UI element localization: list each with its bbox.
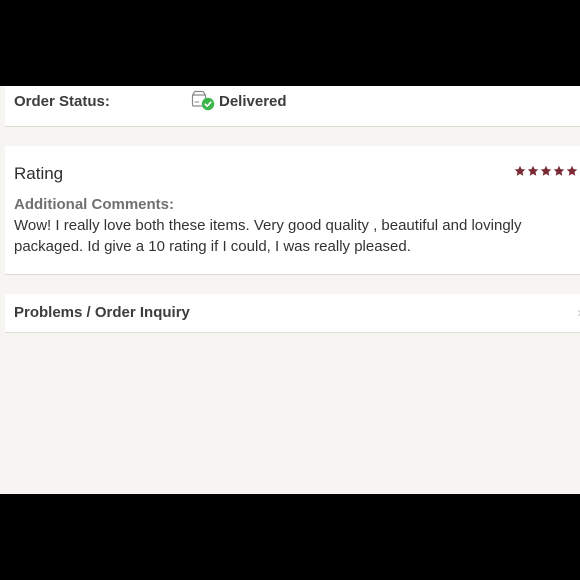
additional-comments-label: Additional Comments: [14, 196, 174, 213]
star-icon [553, 165, 565, 176]
star-icon [514, 165, 526, 176]
star-icon [540, 165, 552, 176]
order-details-screen: Order Status: Delivered Rating Additiona… [0, 86, 580, 494]
rating-title: Rating [14, 164, 64, 183]
rating-card: Rating Additional Comments: Wow! I reall… [5, 146, 580, 275]
rating-stars [514, 165, 578, 177]
additional-comments-text: Wow! I really love both these items. Ver… [14, 217, 522, 255]
problems-order-inquiry-row[interactable]: Problems / Order Inquiry › [5, 294, 580, 333]
delivered-box-check-icon [191, 90, 215, 112]
order-status-card: Order Status: Delivered [5, 86, 580, 127]
order-status-value: Delivered [219, 93, 287, 110]
star-icon [566, 165, 578, 176]
problems-order-inquiry-label: Problems / Order Inquiry [14, 304, 190, 321]
order-status-label: Order Status: [14, 93, 110, 110]
star-icon [527, 165, 539, 176]
